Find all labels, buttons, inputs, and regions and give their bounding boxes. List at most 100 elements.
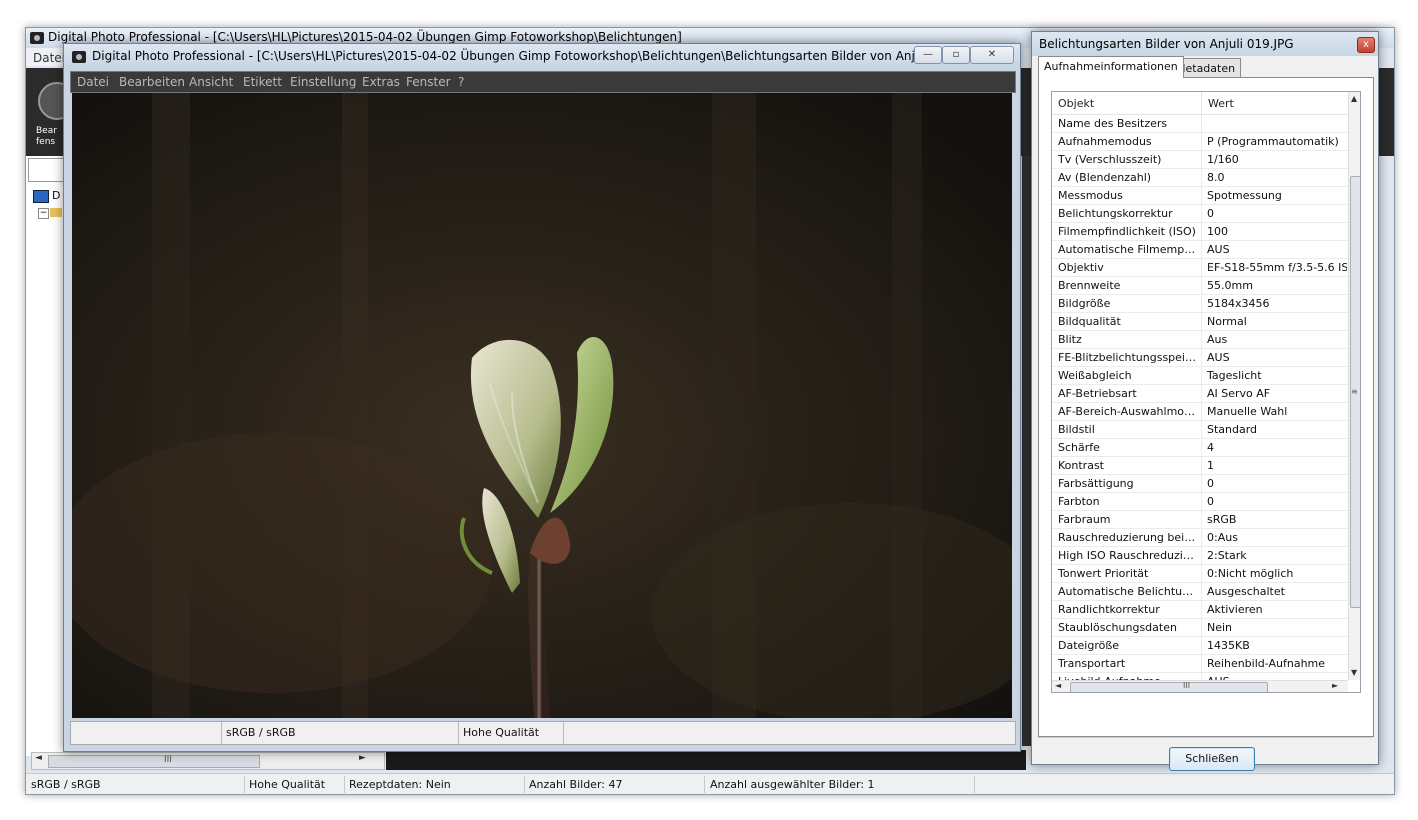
menu-etikett[interactable]: Etikett xyxy=(243,75,282,89)
table-row[interactable]: Bildstil Standard xyxy=(1052,421,1348,439)
table-row[interactable]: Farbsättigung 0 xyxy=(1052,475,1348,493)
table-row[interactable]: AF-Betriebsart AI Servo AF xyxy=(1052,385,1348,403)
column-objekt[interactable]: Objekt xyxy=(1058,97,1094,110)
row-value: 2:Stark xyxy=(1207,549,1247,562)
table-row[interactable]: Dateigröße 1435KB xyxy=(1052,637,1348,655)
table-row[interactable]: Automatische Filmempfindli... AUS xyxy=(1052,241,1348,259)
scroll-up-arrow-icon[interactable]: ▲ xyxy=(1351,94,1357,103)
table-row[interactable]: Tv (Verschlusszeit) 1/160 xyxy=(1052,151,1348,169)
viewer-titlebar[interactable]: Digital Photo Professional - [C:\Users\H… xyxy=(64,44,1020,70)
table-row[interactable]: Transportart Reihenbild-Aufnahme xyxy=(1052,655,1348,673)
row-key: Farbton xyxy=(1058,495,1100,508)
table-row[interactable]: High ISO Rauschreduzierung 2:Stark xyxy=(1052,547,1348,565)
table-row[interactable]: Staublöschungsdaten Nein xyxy=(1052,619,1348,637)
table-row[interactable]: Name des Besitzers xyxy=(1052,115,1348,133)
dialog-title: Belichtungsarten Bilder von Anjuli 019.J… xyxy=(1039,37,1294,51)
scroll-down-arrow-icon[interactable]: ▼ xyxy=(1351,668,1357,677)
table-row[interactable]: Rauschreduzierung bei Lan... 0:Aus xyxy=(1052,529,1348,547)
scroll-right-arrow-icon[interactable]: ► xyxy=(359,753,366,763)
row-value: EF-S18-55mm f/3.5-5.6 IS II xyxy=(1207,261,1347,274)
tab-aufnahmeinformationen[interactable]: Aufnahmeinformationen xyxy=(1038,56,1184,78)
row-key: Aufnahmemodus xyxy=(1058,135,1152,148)
dialog-close-icon[interactable]: x xyxy=(1357,37,1375,53)
maximize-button[interactable]: ▫ xyxy=(942,46,970,64)
tree-expand-toggle[interactable]: − xyxy=(38,208,49,219)
list-vscroll-thumb[interactable]: ≡ xyxy=(1350,176,1360,608)
row-key: Randlichtkorrektur xyxy=(1058,603,1160,616)
bud-photo xyxy=(72,93,1012,718)
row-key: FE-Blitzbelichtungsspeicher... xyxy=(1058,351,1198,364)
viewer-menubar: Datei Bearbeiten Ansicht Etikett Einstel… xyxy=(70,71,1016,93)
menu-extras[interactable]: Extras xyxy=(362,75,400,89)
row-value: Standard xyxy=(1207,423,1258,436)
menu-ansicht[interactable]: Ansicht xyxy=(189,75,233,89)
row-value: Reihenbild-Aufnahme xyxy=(1207,657,1326,670)
column-wert[interactable]: Wert xyxy=(1208,97,1234,110)
table-row[interactable]: Objektiv EF-S18-55mm f/3.5-5.6 IS II xyxy=(1052,259,1348,277)
row-value: 0 xyxy=(1207,207,1214,220)
table-row[interactable]: Av (Blendenzahl) 8.0 xyxy=(1052,169,1348,187)
row-key: Filmempfindlichkeit (ISO) xyxy=(1058,225,1196,238)
menu-fenster[interactable]: Fenster xyxy=(406,75,451,89)
list-hscroll-thumb[interactable]: III xyxy=(1070,681,1268,692)
table-row[interactable]: Weißabgleich Tageslicht xyxy=(1052,367,1348,385)
table-row[interactable]: Farbraum sRGB xyxy=(1052,511,1348,529)
tree-root-label[interactable]: D xyxy=(52,189,60,202)
image-info-dialog: Belichtungsarten Bilder von Anjuli 019.J… xyxy=(1031,31,1379,771)
table-row[interactable]: Tonwert Priorität 0:Nicht möglich xyxy=(1052,565,1348,583)
tree-horizontal-scrollbar[interactable]: ◄ III ► xyxy=(31,752,385,770)
table-row[interactable]: Schärfe 4 xyxy=(1052,439,1348,457)
list-vertical-scrollbar[interactable]: ▲ ≡ ▼ xyxy=(1348,92,1360,680)
camera-icon xyxy=(72,51,86,63)
menu-datei[interactable]: Datei xyxy=(77,75,109,89)
row-key: High ISO Rauschreduzierung xyxy=(1058,549,1198,562)
table-row[interactable]: Aufnahmemodus P (Programmautomatik) xyxy=(1052,133,1348,151)
row-key: Tonwert Priorität xyxy=(1058,567,1149,580)
image-viewer-window: Digital Photo Professional - [C:\Users\H… xyxy=(63,43,1021,752)
row-value: AI Servo AF xyxy=(1207,387,1271,400)
row-key: Bildqualität xyxy=(1058,315,1121,328)
row-key: Weißabgleich xyxy=(1058,369,1132,382)
table-row[interactable]: FE-Blitzbelichtungsspeicher... AUS xyxy=(1052,349,1348,367)
list-horizontal-scrollbar[interactable]: ◄ III ► xyxy=(1052,680,1348,692)
photo-preview[interactable] xyxy=(72,93,1012,718)
minimize-button[interactable]: — xyxy=(914,46,942,64)
main-menu-datei[interactable]: Datei xyxy=(33,51,65,65)
table-row[interactable]: Belichtungskorrektur 0 xyxy=(1052,205,1348,223)
close-window-button[interactable]: ✕ xyxy=(970,46,1014,64)
table-row[interactable]: Filmempfindlichkeit (ISO) 100 xyxy=(1052,223,1348,241)
table-row[interactable]: Messmodus Spotmessung xyxy=(1052,187,1348,205)
row-value: 5184x3456 xyxy=(1207,297,1270,310)
folder-path-field[interactable] xyxy=(28,158,66,182)
thumbnail-strip[interactable] xyxy=(386,750,1026,770)
dialog-titlebar[interactable]: Belichtungsarten Bilder von Anjuli 019.J… xyxy=(1032,32,1378,56)
row-value: AUS xyxy=(1207,243,1230,256)
table-row[interactable]: Farbton 0 xyxy=(1052,493,1348,511)
table-row[interactable]: Bildqualität Normal xyxy=(1052,313,1348,331)
row-key: Bildgröße xyxy=(1058,297,1111,310)
table-row[interactable]: Kontrast 1 xyxy=(1052,457,1348,475)
row-value: 0:Aus xyxy=(1207,531,1238,544)
menu-einstellung[interactable]: Einstellung xyxy=(290,75,356,89)
table-row[interactable]: Brennweite 55.0mm xyxy=(1052,277,1348,295)
shooting-info-list[interactable]: Objekt Wert Name des Besitzers Aufnahmemo… xyxy=(1051,91,1361,693)
scroll-grip-icon: ≡ xyxy=(1351,387,1358,396)
table-row[interactable]: Bildgröße 5184x3456 xyxy=(1052,295,1348,313)
scroll-left-arrow-icon[interactable]: ◄ xyxy=(1055,681,1061,690)
row-key: Tv (Verschlusszeit) xyxy=(1058,153,1162,166)
row-key: Belichtungskorrektur xyxy=(1058,207,1173,220)
table-row[interactable]: Blitz Aus xyxy=(1052,331,1348,349)
table-row[interactable]: Randlichtkorrektur Aktivieren xyxy=(1052,601,1348,619)
table-row[interactable]: AF-Bereich-Auswahlmodus Manuelle Wahl xyxy=(1052,403,1348,421)
row-value: Normal xyxy=(1207,315,1247,328)
computer-icon xyxy=(33,190,49,203)
menu-bearbeiten[interactable]: Bearbeiten xyxy=(119,75,185,89)
tree-scroll-thumb[interactable]: III xyxy=(48,755,260,768)
row-key: Farbraum xyxy=(1058,513,1111,526)
row-key: Automatische Belichtungso... xyxy=(1058,585,1198,598)
scroll-left-arrow-icon[interactable]: ◄ xyxy=(35,753,42,763)
scroll-right-arrow-icon[interactable]: ► xyxy=(1332,681,1338,690)
table-row[interactable]: Automatische Belichtungso... Ausgeschalte… xyxy=(1052,583,1348,601)
menu-help[interactable]: ? xyxy=(458,75,464,89)
scroll-grip-icon: III xyxy=(164,755,172,765)
